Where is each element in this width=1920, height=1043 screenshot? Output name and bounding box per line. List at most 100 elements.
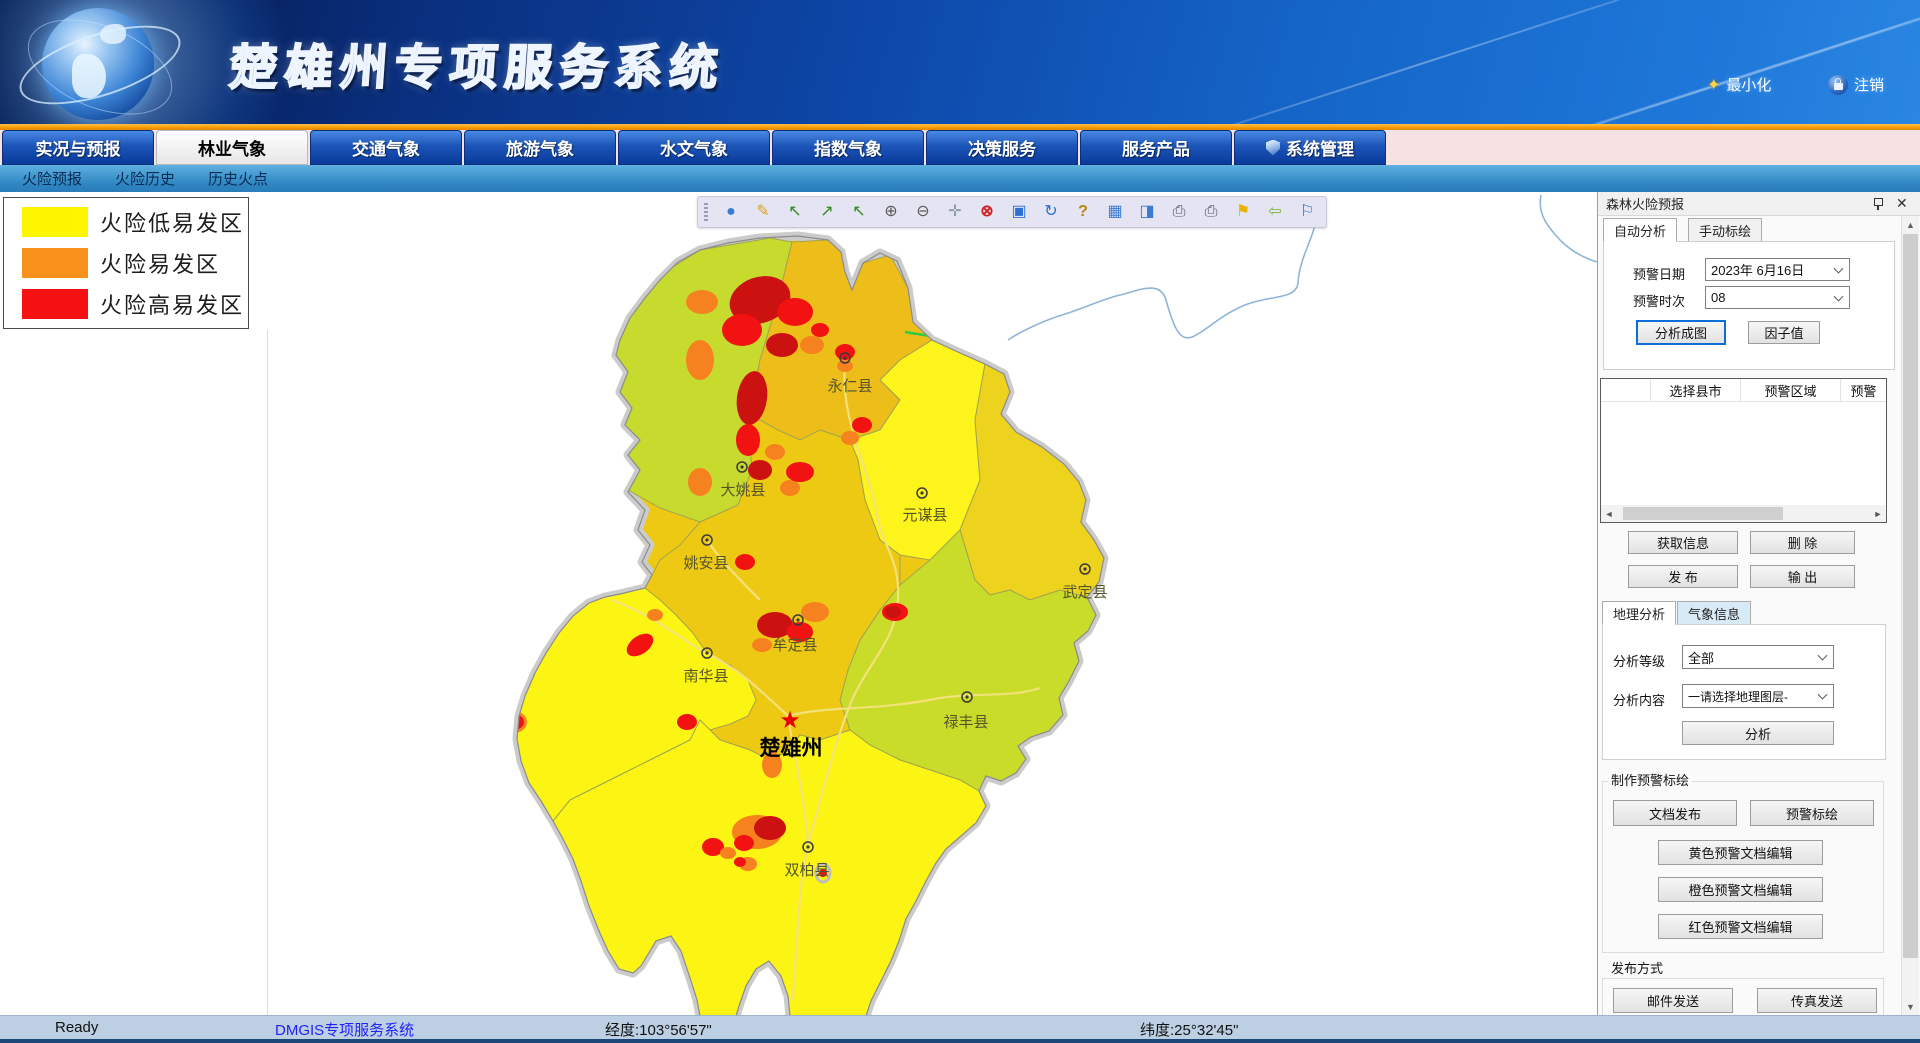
panel-tab-geo-analysis[interactable]: 地理分析: [1602, 601, 1676, 625]
county-label-lufeng: 禄丰县: [943, 713, 988, 731]
publish-button[interactable]: 发 布: [1628, 565, 1738, 588]
plot-group-label: 制作预警标绘: [1608, 770, 1692, 789]
list-col-warn: 预警: [1841, 379, 1886, 401]
back-icon[interactable]: ⇦: [1266, 204, 1284, 220]
identify-icon[interactable]: ?: [1074, 204, 1092, 220]
toolbar-grip[interactable]: [704, 203, 708, 221]
tab-forestry-weather[interactable]: 林业气象: [156, 130, 308, 165]
analysis-content-label: 分析内容: [1613, 690, 1665, 709]
warn-plot-button[interactable]: 预警标绘: [1750, 800, 1874, 826]
warning-list[interactable]: 选择县市 预警区域 预警 ◄ ►: [1600, 378, 1887, 523]
tab-traffic-weather[interactable]: 交通气象: [310, 130, 462, 165]
fire-risk-map[interactable]: 永仁县 大姚县 元谋县 姚安县 武定县 牟定县 南华县 禄丰县 双柏县 ★ 楚雄…: [400, 192, 1600, 1015]
doc-publish-button[interactable]: 文档发布: [1613, 800, 1737, 826]
panel-tab-auto-analysis[interactable]: 自动分析: [1603, 218, 1677, 242]
lock-icon: [1828, 75, 1848, 95]
warn-date-select[interactable]: 2023年 6月16日: [1705, 258, 1850, 281]
minimize-icon: ✦: [1707, 75, 1720, 95]
subtab-fire-forecast[interactable]: 火险预报: [22, 168, 82, 189]
factor-value-button[interactable]: 因子值: [1748, 321, 1820, 344]
close-icon[interactable]: ✕: [1896, 195, 1908, 212]
fax-send-button[interactable]: 传真发送: [1757, 988, 1877, 1013]
panel-title-text: 森林火险预报: [1606, 194, 1684, 213]
print-icon[interactable]: ⎙: [1170, 204, 1188, 220]
county-label-yongren: 永仁县: [827, 377, 872, 395]
scroll-left-icon[interactable]: ◄: [1601, 509, 1617, 519]
scroll-up-icon[interactable]: ▲: [1902, 216, 1919, 233]
print-setup-icon[interactable]: ⎙: [1202, 204, 1220, 220]
prefecture-star: ★: [779, 707, 801, 734]
mail-send-button[interactable]: 邮件发送: [1613, 988, 1733, 1013]
panel-scrollbar[interactable]: ▲ ▼: [1901, 216, 1919, 1015]
warn-time-label: 预警时次: [1633, 291, 1685, 310]
poi-pin-icon[interactable]: ⚑: [1234, 204, 1252, 220]
select-arrow-icon[interactable]: ↗: [818, 204, 836, 220]
zoom-in-icon[interactable]: ⊕: [882, 204, 900, 220]
tab-system-manage[interactable]: 系统管理: [1234, 130, 1386, 165]
banner-streak: [1272, 0, 1920, 124]
banner: 楚雄州专项服务系统 ✦ 最小化 注销: [0, 0, 1920, 124]
analysis-content-select[interactable]: 一请选择地理图层-: [1682, 684, 1834, 708]
minimize-button[interactable]: ✦ 最小化: [1707, 74, 1771, 95]
zoom-out-icon[interactable]: ⊖: [914, 204, 932, 220]
analysis-level-label: 分析等级: [1613, 651, 1665, 670]
county-label-mouding: 牟定县: [772, 636, 817, 654]
shield-icon: [1266, 140, 1280, 156]
map-toolbar: ● ✎ ↖ ↗ ↖ ⊕ ⊖ ✛ ⊗ ▣ ↻ ? ▦ ◨ ⎙ ⎙ ⚑ ⇦ ⚐: [697, 196, 1327, 228]
county-label-shuangbai: 双柏县: [784, 861, 829, 879]
full-extent-icon[interactable]: ▣: [1010, 204, 1028, 220]
county-fills: [501, 238, 1104, 1015]
measure-icon[interactable]: ✎: [754, 204, 772, 220]
list-header: 选择县市 预警区域 预警: [1601, 379, 1886, 402]
list-col-county: 选择县市: [1651, 379, 1741, 401]
orange-doc-button[interactable]: 橙色预警文档编辑: [1658, 877, 1823, 902]
scroll-down-icon[interactable]: ▼: [1902, 998, 1919, 1015]
list-hscrollbar[interactable]: ◄ ►: [1601, 505, 1886, 522]
subtab-history-firespot[interactable]: 历史火点: [208, 168, 268, 189]
red-doc-button[interactable]: 红色预警文档编辑: [1658, 914, 1823, 939]
tab-service-product[interactable]: 服务产品: [1080, 130, 1232, 165]
refresh-icon[interactable]: ↻: [1042, 204, 1060, 220]
hscroll-thumb[interactable]: [1623, 507, 1783, 520]
status-system-link[interactable]: DMGIS专项服务系统: [275, 1019, 414, 1040]
analyze-map-button[interactable]: 分析成图: [1636, 320, 1726, 345]
image-icon[interactable]: ▦: [1106, 204, 1124, 220]
panel-titlebar: 森林火险预报 ✕: [1598, 192, 1920, 216]
analysis-level-select[interactable]: 全部: [1682, 645, 1834, 669]
list-col-empty: [1601, 379, 1651, 401]
analyze-button[interactable]: 分析: [1682, 721, 1834, 745]
legend-flag-icon[interactable]: ⚐: [1298, 204, 1316, 220]
pan-icon[interactable]: ✛: [946, 204, 964, 220]
export-button[interactable]: 输 出: [1750, 565, 1855, 588]
warn-time-select[interactable]: 08: [1705, 286, 1850, 309]
select-lasso-icon[interactable]: ↖: [786, 204, 804, 220]
delete-button[interactable]: 删 除: [1750, 531, 1855, 554]
county-label-dayao: 大姚县: [720, 481, 765, 499]
panel-tab-weather-info[interactable]: 气象信息: [1677, 601, 1751, 625]
status-latitude: 纬度:25°32'45": [1140, 1019, 1238, 1040]
tab-tourism-weather[interactable]: 旅游气象: [464, 130, 616, 165]
subtab-fire-history[interactable]: 火险历史: [115, 168, 175, 189]
status-ready: Ready: [55, 1019, 98, 1036]
tab-live-forecast[interactable]: 实况与预报: [2, 130, 154, 165]
banner-streak: [1422, 0, 1920, 124]
select-circle-icon[interactable]: ↖: [850, 204, 868, 220]
legend-item-high: 火险高易发区: [22, 288, 248, 320]
stop-icon[interactable]: ⊗: [978, 204, 996, 220]
pin-icon[interactable]: [1872, 197, 1884, 211]
status-bar: Ready DMGIS专项服务系统 经度:103°56'57" 纬度:25°32…: [0, 1015, 1920, 1040]
yellow-doc-button[interactable]: 黄色预警文档编辑: [1658, 840, 1823, 865]
panel-tab-manual-plot[interactable]: 手动标绘: [1688, 218, 1762, 242]
logout-button[interactable]: 注销: [1828, 74, 1884, 95]
list-col-region: 预警区域: [1741, 379, 1841, 401]
export-map-icon[interactable]: ◨: [1138, 204, 1156, 220]
get-info-button[interactable]: 获取信息: [1628, 531, 1738, 554]
pane-splitter[interactable]: [267, 330, 268, 1015]
scroll-right-icon[interactable]: ►: [1870, 509, 1886, 519]
warn-date-label: 预警日期: [1633, 264, 1685, 283]
tab-index-weather[interactable]: 指数气象: [772, 130, 924, 165]
tab-hydrology-weather[interactable]: 水文气象: [618, 130, 770, 165]
globe-icon[interactable]: ●: [722, 204, 740, 220]
tab-decision-service[interactable]: 决策服务: [926, 130, 1078, 165]
scroll-thumb[interactable]: [1903, 234, 1918, 958]
